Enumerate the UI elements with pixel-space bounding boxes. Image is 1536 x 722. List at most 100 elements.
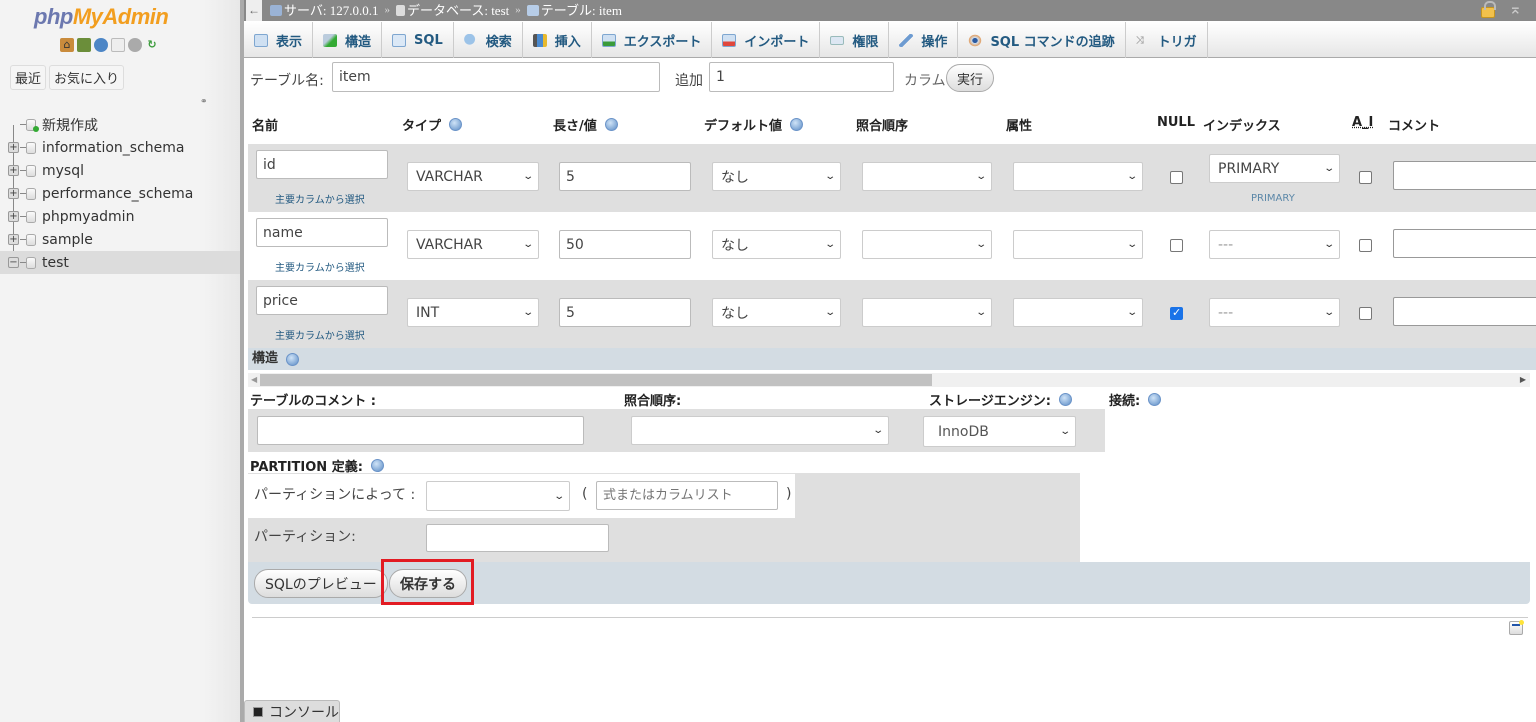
help-icon[interactable] [449, 118, 463, 131]
logout-icon[interactable] [77, 38, 91, 52]
sidebar-resize-handle[interactable] [240, 0, 244, 722]
partitions-input[interactable] [426, 524, 609, 552]
tab-tracking[interactable]: SQL コマンドの追跡 [958, 22, 1126, 58]
link-icon[interactable]: ⚭ [200, 97, 208, 107]
column-auto-increment-checkbox[interactable] [1359, 239, 1372, 252]
scroll-right-icon[interactable]: ▶ [1520, 373, 1526, 387]
tree-item-mysql[interactable]: + mysql [0, 159, 240, 182]
column-length-input[interactable] [559, 230, 691, 259]
breadcrumb-database[interactable]: データベース: test [395, 0, 509, 21]
column-name-input[interactable] [256, 150, 388, 179]
breadcrumb-server[interactable]: サーバ: 127.0.0.1 [270, 0, 378, 21]
column-length-input[interactable] [559, 162, 691, 191]
partition-by-select[interactable]: ⌄ [426, 481, 570, 511]
tree-item-information-schema[interactable]: + information_schema [0, 136, 240, 159]
preview-sql-button[interactable]: SQLのプレビュー [254, 569, 388, 598]
tab-operations[interactable]: 操作 [889, 22, 959, 58]
column-attributes-select[interactable]: ⌄ [1013, 298, 1143, 327]
tree-item-phpmyadmin[interactable]: + phpmyadmin [0, 205, 240, 228]
tab-sql[interactable]: SQL [382, 22, 454, 58]
column-length-input[interactable] [559, 298, 691, 327]
tree-item-test[interactable]: − test [0, 251, 240, 274]
home-icon[interactable]: ⌂ [60, 38, 74, 52]
page-settings-icon[interactable] [1509, 620, 1524, 635]
help-icon[interactable] [790, 118, 804, 131]
chevron-down-icon: ⌄ [823, 239, 836, 250]
column-null-checkbox[interactable] [1170, 171, 1183, 184]
settings-icon[interactable] [128, 38, 142, 52]
horizontal-scrollbar[interactable]: ◀ ▶ [248, 373, 1530, 387]
column-name-input[interactable] [256, 286, 388, 315]
favorites-button[interactable]: お気に入り [49, 65, 125, 90]
column-attributes-select[interactable]: ⌄ [1013, 230, 1143, 259]
pick-from-central-link[interactable]: 主要カラムから選択 [275, 191, 365, 206]
tab-browse[interactable]: 表示 [244, 22, 314, 58]
column-type-select[interactable]: VARCHAR ⌄ [407, 230, 539, 259]
tree-item-new[interactable]: 新規作成 [0, 113, 240, 137]
help-icon[interactable] [1148, 393, 1162, 406]
tab-import[interactable]: インポート [712, 22, 821, 58]
execute-button[interactable]: 実行 [946, 64, 995, 92]
table-collation-label: 照合順序: [624, 394, 682, 409]
column-default-select[interactable]: なし ⌄ [712, 298, 841, 327]
column-index-select[interactable]: PRIMARY ⌄ [1209, 154, 1340, 183]
column-type-select[interactable]: VARCHAR ⌄ [407, 162, 539, 191]
console-toggle[interactable]: コンソール [244, 700, 340, 722]
column-index-select[interactable]: --- ⌄ [1209, 298, 1340, 327]
table-collation-select[interactable]: ⌄ [631, 416, 889, 445]
tab-export[interactable]: エクスポート [592, 22, 713, 58]
tab-privileges[interactable]: 権限 [820, 22, 890, 58]
pick-from-central-link[interactable]: 主要カラムから選択 [275, 259, 365, 274]
column-comment-input[interactable] [1393, 161, 1536, 190]
expand-icon[interactable]: + [8, 188, 19, 199]
help-icon[interactable] [286, 352, 300, 366]
column-collation-select[interactable]: ⌄ [862, 162, 992, 191]
help-icon[interactable] [604, 118, 618, 131]
expand-icon[interactable]: + [8, 234, 19, 245]
column-default-select[interactable]: なし ⌄ [712, 230, 841, 259]
collapse-sidebar-icon[interactable]: ← [246, 0, 262, 21]
column-auto-increment-checkbox[interactable] [1359, 171, 1372, 184]
help-icon[interactable] [1058, 393, 1072, 406]
column-auto-increment-checkbox[interactable] [1359, 307, 1372, 320]
tab-insert[interactable]: 挿入 [523, 22, 592, 58]
wrench-icon [899, 33, 914, 47]
table-name-input[interactable] [332, 62, 660, 92]
column-comment-input[interactable] [1393, 297, 1536, 326]
expand-icon[interactable]: + [8, 211, 19, 222]
docs-icon[interactable] [111, 38, 125, 52]
column-default-select[interactable]: なし ⌄ [712, 162, 841, 191]
add-columns-input[interactable] [709, 62, 894, 92]
column-type-select[interactable]: INT ⌄ [407, 298, 539, 327]
partition-expression-input[interactable] [596, 481, 778, 510]
help-icon[interactable] [370, 459, 384, 472]
collapse-top-icon[interactable]: ⌅ [1509, 2, 1522, 18]
recent-button[interactable]: 最近 [10, 65, 47, 90]
tree-item-performance-schema[interactable]: + performance_schema [0, 182, 240, 205]
column-attributes-select[interactable]: ⌄ [1013, 162, 1143, 191]
scrollbar-thumb[interactable] [260, 374, 932, 386]
help-icon[interactable] [94, 38, 108, 52]
tab-triggers[interactable]: ⤨ トリガ [1126, 22, 1208, 58]
breadcrumb-table[interactable]: テーブル: item [526, 0, 622, 21]
column-null-checkbox[interactable] [1170, 306, 1183, 320]
column-name-input[interactable] [256, 218, 388, 247]
column-null-checkbox[interactable] [1170, 239, 1183, 252]
column-index-select[interactable]: --- ⌄ [1209, 230, 1340, 259]
phpmyadmin-logo[interactable]: phpMyAdmin [34, 4, 169, 30]
storage-engine-select[interactable]: InnoDB ⌄ [923, 416, 1076, 447]
expand-icon[interactable]: + [8, 142, 19, 153]
tree-item-sample[interactable]: + sample [0, 228, 240, 251]
reload-icon[interactable]: ↻ [145, 38, 159, 52]
pick-from-central-link[interactable]: 主要カラムから選択 [275, 327, 365, 342]
table-comment-input[interactable] [257, 416, 584, 445]
expand-icon[interactable]: + [8, 165, 19, 176]
column-collation-select[interactable]: ⌄ [862, 298, 992, 327]
column-comment-input[interactable] [1393, 229, 1536, 258]
tab-structure[interactable]: 構造 [313, 22, 383, 58]
column-collation-select[interactable]: ⌄ [862, 230, 992, 259]
tab-search[interactable]: 検索 [454, 22, 523, 58]
scroll-left-icon[interactable]: ◀ [251, 373, 257, 387]
lock-icon[interactable] [1480, 1, 1496, 18]
collapse-icon[interactable]: − [8, 257, 19, 268]
